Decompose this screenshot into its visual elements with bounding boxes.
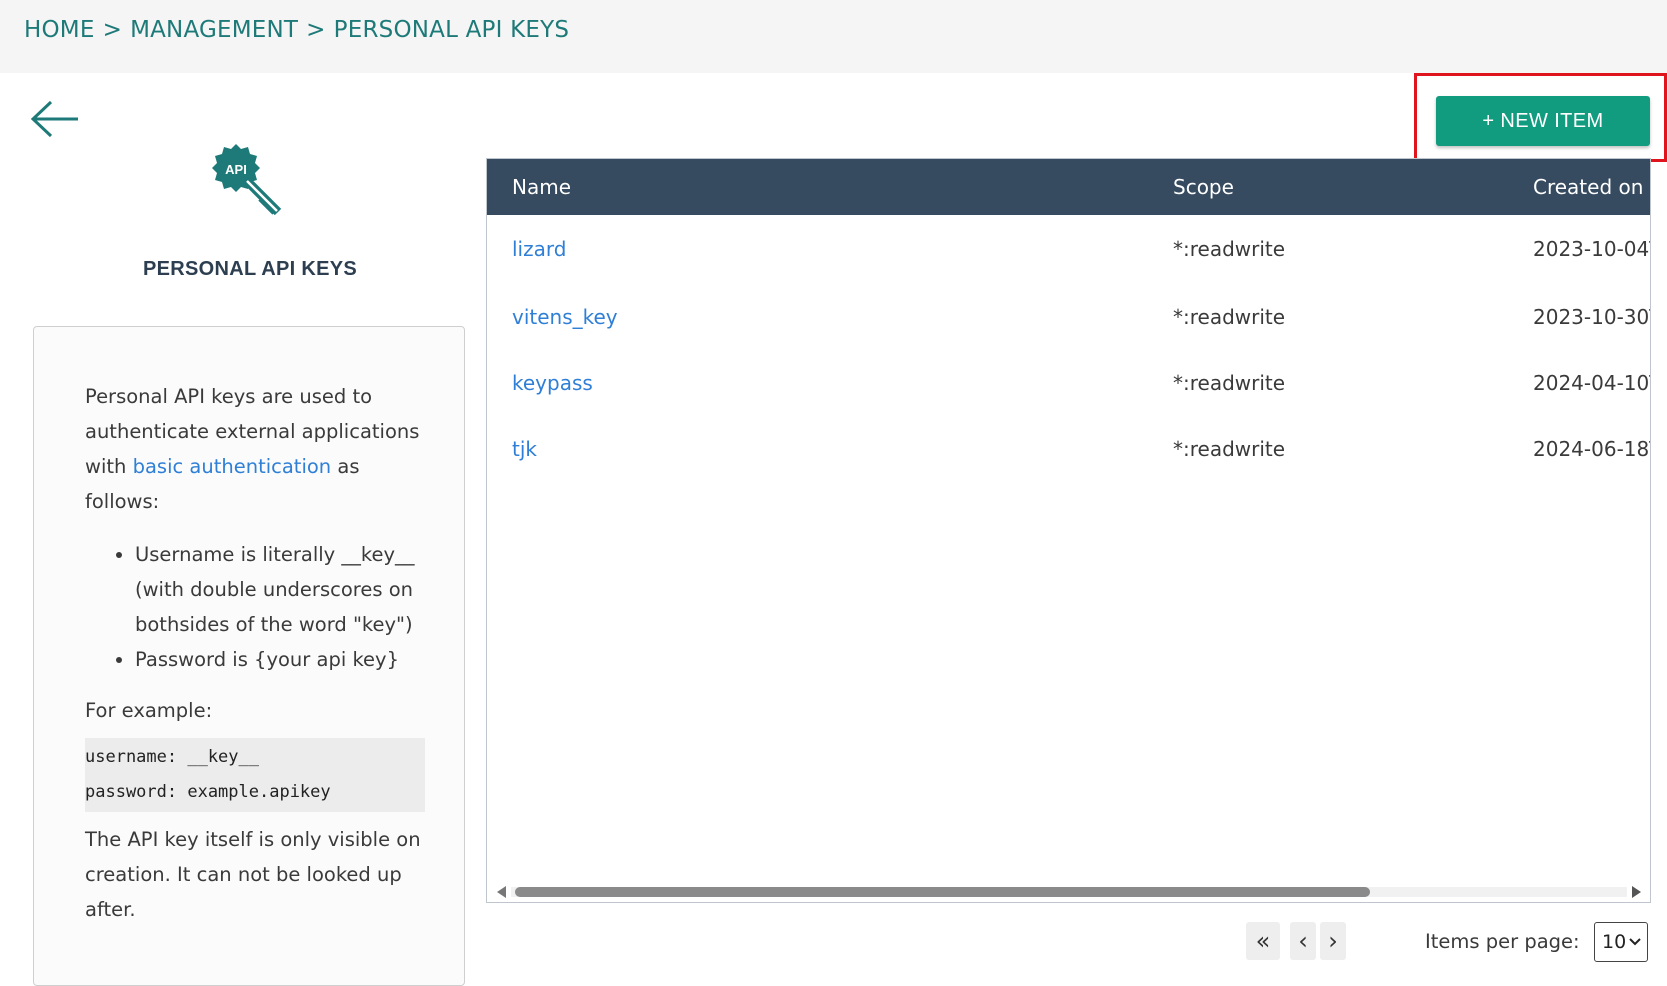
column-header-scope[interactable]: Scope	[1173, 175, 1234, 199]
basic-authentication-link[interactable]: basic authentication	[133, 455, 332, 478]
page-title: PERSONAL API KEYS	[142, 258, 358, 280]
row-name-link[interactable]: lizard	[512, 237, 566, 261]
info-content: Personal API keys are used to authentica…	[85, 379, 425, 927]
code-example: username: __key__ password: example.apike…	[85, 738, 425, 812]
list-item: Username is literally __key__ (with doub…	[135, 537, 425, 642]
scroll-right-icon[interactable]	[1632, 886, 1641, 898]
scrollbar-thumb[interactable]	[515, 887, 1370, 897]
back-arrow-icon[interactable]	[30, 100, 82, 140]
items-per-page-value: 10	[1602, 931, 1627, 953]
breadcrumb-home[interactable]: HOME	[24, 17, 95, 43]
api-key-icon: API	[210, 142, 288, 220]
table-header: Name Scope Created on	[487, 159, 1650, 215]
breadcrumb-separator: >	[306, 17, 326, 43]
visibility-note: The API key itself is only visible on cr…	[85, 828, 421, 921]
breadcrumb-management[interactable]: MANAGEMENT	[130, 17, 298, 43]
info-panel: Personal API keys are used to authentica…	[33, 326, 465, 986]
breadcrumb-separator: >	[102, 17, 123, 43]
top-bar: HOME > MANAGEMENT > PERSONAL API KEYS	[0, 0, 1667, 73]
row-name-link[interactable]: tjk	[512, 437, 537, 461]
items-per-page-select[interactable]: 10	[1594, 922, 1648, 962]
next-page-button[interactable]: ›	[1320, 922, 1346, 960]
breadcrumb-current: PERSONAL API KEYS	[333, 17, 570, 43]
items-per-page-label: Items per page:	[1425, 930, 1580, 953]
table-row[interactable]: lizard *:readwrite 2023-10-04T	[487, 215, 1651, 283]
scroll-left-icon[interactable]	[497, 886, 506, 898]
example-label: For example:	[85, 699, 213, 722]
row-scope: *:readwrite	[1173, 305, 1286, 329]
breadcrumb: HOME > MANAGEMENT > PERSONAL API KEYS	[24, 17, 569, 43]
list-item: Password is {your api key}	[135, 642, 425, 677]
api-keys-table: Name Scope Created on lizard *:readwrite…	[486, 158, 1651, 903]
svg-text:API: API	[225, 162, 247, 177]
code-line: password: example.apikey	[85, 782, 331, 802]
row-created-on: 2023-10-30T	[1533, 305, 1651, 329]
credentials-list: Username is literally __key__ (with doub…	[85, 537, 425, 677]
row-created-on: 2024-04-10T	[1533, 371, 1651, 395]
table-row[interactable]: keypass *:readwrite 2024-04-10T	[487, 349, 1651, 417]
row-scope: *:readwrite	[1173, 437, 1286, 461]
row-name-link[interactable]: vitens_key	[512, 305, 618, 329]
table-row[interactable]: tjk *:readwrite 2024-06-18T	[487, 415, 1651, 483]
row-created-on: 2024-06-18T	[1533, 437, 1651, 461]
column-header-name[interactable]: Name	[512, 175, 571, 199]
column-header-created-on[interactable]: Created on	[1533, 175, 1643, 199]
row-scope: *:readwrite	[1173, 237, 1286, 261]
row-scope: *:readwrite	[1173, 371, 1286, 395]
code-line: username: __key__	[85, 747, 259, 767]
horizontal-scrollbar[interactable]	[495, 883, 1643, 899]
table-row[interactable]: vitens_key *:readwrite 2023-10-30T	[487, 283, 1651, 351]
row-name-link[interactable]: keypass	[512, 371, 593, 395]
chevron-down-icon	[1629, 932, 1641, 957]
first-page-button[interactable]: «	[1246, 922, 1280, 960]
intro-paragraph: Personal API keys are used to authentica…	[85, 379, 425, 519]
row-created-on: 2023-10-04T	[1533, 237, 1651, 261]
new-item-button[interactable]: + NEW ITEM	[1436, 96, 1650, 146]
previous-page-button[interactable]: ‹	[1290, 922, 1316, 960]
